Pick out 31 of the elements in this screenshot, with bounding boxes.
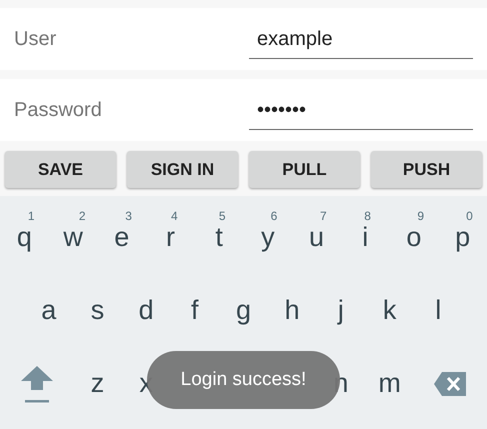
- key[interactable]: f: [187, 297, 203, 324]
- key[interactable]: j: [334, 297, 348, 324]
- action-button[interactable]: SAVE: [5, 151, 116, 188]
- key[interactable]: k: [378, 297, 400, 324]
- text-field[interactable]: •••••••: [249, 90, 473, 130]
- key-hint: 2: [78, 210, 86, 222]
- key[interactable]: l: [431, 297, 446, 324]
- key-hint: 1: [28, 210, 35, 222]
- key-hint: 7: [320, 210, 327, 222]
- key[interactable]: d: [134, 297, 158, 324]
- key-hint: 9: [417, 210, 424, 222]
- action-button[interactable]: PUSH: [371, 151, 482, 188]
- key-hint: 5: [218, 210, 226, 222]
- key[interactable]: m: [374, 370, 405, 397]
- key[interactable]: z: [86, 370, 108, 397]
- action-button[interactable]: PULL: [249, 151, 360, 188]
- field-label: User: [14, 27, 58, 52]
- key-hint: 8: [364, 210, 371, 222]
- key-hint: 4: [170, 210, 178, 222]
- key[interactable]: a: [37, 297, 60, 324]
- key-hint: 0: [466, 210, 473, 222]
- shift-icon[interactable]: [20, 364, 54, 404]
- key[interactable]: s: [86, 297, 108, 324]
- key[interactable]: h: [280, 297, 304, 324]
- text-field[interactable]: example: [249, 19, 473, 59]
- key[interactable]: g: [232, 297, 256, 324]
- key-hint: 6: [270, 210, 278, 222]
- backspace-icon[interactable]: [433, 370, 468, 396]
- action-button[interactable]: SIGN IN: [127, 151, 238, 188]
- field-label: Password: [14, 98, 103, 123]
- key-hint: 3: [125, 210, 132, 222]
